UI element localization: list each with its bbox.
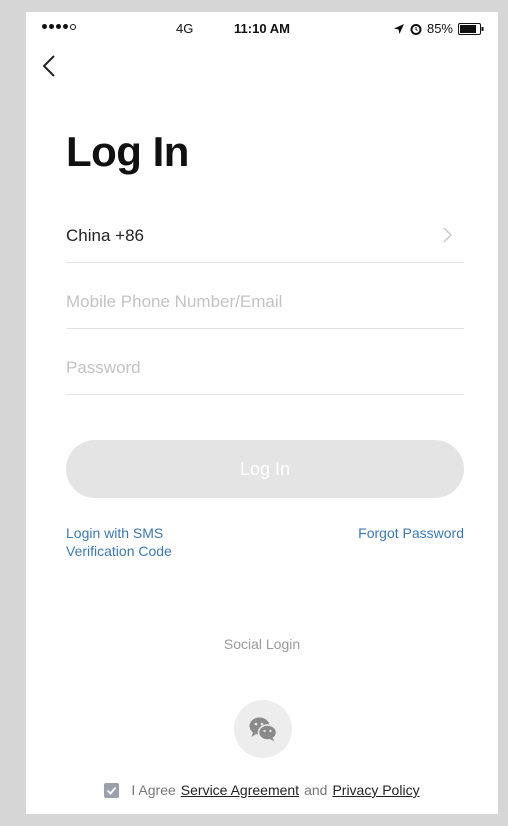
sms-login-link[interactable]: Login with SMS Verification Code [66, 524, 226, 560]
login-button[interactable]: Log In [66, 440, 464, 498]
privacy-policy-link[interactable]: Privacy Policy [332, 782, 419, 798]
wechat-login-button[interactable] [234, 700, 292, 758]
country-code-label: China +86 [66, 226, 144, 245]
chevron-left-icon [42, 55, 55, 77]
agreement-prefix: I Agree [131, 782, 176, 798]
service-agreement-link[interactable]: Service Agreement [181, 782, 299, 798]
country-selector[interactable]: China +86 [66, 210, 464, 263]
social-login-label: Social Login [223, 636, 301, 652]
wechat-icon [249, 717, 278, 742]
page-title: Log In [66, 128, 189, 175]
checkmark-icon [107, 786, 117, 795]
password-field-row [66, 342, 464, 395]
chevron-right-icon [443, 227, 453, 243]
alarm-icon [410, 23, 422, 35]
status-bar: 4G 11:10 AM 85% [26, 12, 498, 46]
password-input[interactable] [66, 352, 456, 384]
phone-email-field-row [66, 276, 464, 329]
battery-icon [458, 22, 484, 35]
agreement-checkbox[interactable] [104, 782, 120, 798]
location-arrow-icon [393, 23, 404, 34]
login-screen: 4G 11:10 AM 85% Log In China +86 Mobile … [26, 12, 498, 814]
back-button[interactable] [42, 54, 72, 88]
forgot-password-link[interactable]: Forgot Password [358, 524, 464, 542]
agreement-and: and [304, 782, 328, 798]
battery-percent: 85% [426, 21, 453, 36]
status-right: 85% [393, 21, 484, 36]
agreement-row: I Agree Service Agreement and Privacy Po… [26, 782, 498, 798]
phone-email-input[interactable] [66, 286, 456, 318]
